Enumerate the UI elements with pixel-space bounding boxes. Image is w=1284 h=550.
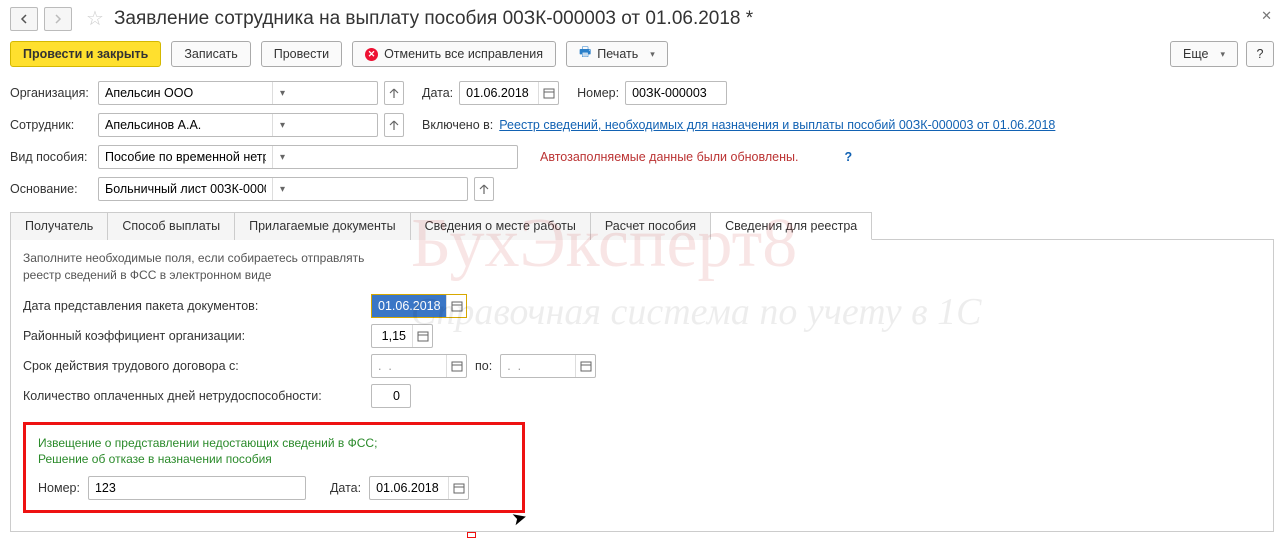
emp-label: Сотрудник: xyxy=(10,118,92,132)
included-label: Включено в: xyxy=(422,118,493,132)
printer-icon: 🖶 xyxy=(579,43,591,65)
basis-label: Основание: xyxy=(10,182,92,196)
print-label: Печать xyxy=(597,47,638,61)
included-link[interactable]: Реестр сведений, необходимых для назначе… xyxy=(499,118,1055,132)
contract-from-input[interactable] xyxy=(372,355,446,377)
contract-from-label: Срок действия трудового договора с: xyxy=(23,359,363,373)
org-input[interactable] xyxy=(99,82,272,104)
help-question-icon[interactable]: ? xyxy=(844,150,852,164)
notice-num-input[interactable] xyxy=(89,477,262,499)
contract-to-input[interactable] xyxy=(501,355,575,377)
more-button[interactable]: Еще xyxy=(1170,41,1238,67)
close-icon[interactable]: ✕ xyxy=(1261,8,1272,24)
autofill-warning: Автозаполняемые данные были обновлены. xyxy=(540,150,798,164)
org-open-button[interactable] xyxy=(384,81,404,105)
save-label: Записать xyxy=(184,47,237,61)
post-and-close-label: Провести и закрыть xyxy=(23,47,148,61)
post-and-close-button[interactable]: Провести и закрыть xyxy=(10,41,161,67)
calendar-icon[interactable] xyxy=(446,355,466,377)
num-label: Номер: xyxy=(577,86,619,100)
coeff-input[interactable] xyxy=(372,325,412,347)
date-label: Дата: xyxy=(422,86,453,100)
date-input[interactable] xyxy=(460,82,538,104)
page-title: Заявление сотрудника на выплату пособия … xyxy=(114,8,753,30)
post-button[interactable]: Провести xyxy=(261,41,342,67)
post-label: Провести xyxy=(274,47,329,61)
favorite-star-icon[interactable]: ☆ xyxy=(86,6,104,31)
kind-input[interactable] xyxy=(99,146,272,168)
cancel-corrections-button[interactable]: ✕ Отменить все исправления xyxy=(352,41,556,67)
kind-label: Вид пособия: xyxy=(10,150,92,164)
emp-dropdown-icon[interactable]: ▾ xyxy=(272,114,292,136)
help-label: ? xyxy=(1257,47,1264,61)
days-input[interactable] xyxy=(372,385,406,407)
days-label: Количество оплаченных дней нетрудоспособ… xyxy=(23,389,363,403)
calendar-icon[interactable] xyxy=(448,477,468,499)
annotation-marker xyxy=(467,532,476,538)
emp-input[interactable] xyxy=(99,114,272,136)
coeff-label: Районный коэффициент организации: xyxy=(23,329,363,343)
kind-dropdown-icon[interactable]: ▾ xyxy=(272,146,292,168)
more-label: Еще xyxy=(1183,47,1208,61)
doc-date-label: Дата представления пакета документов: xyxy=(23,299,363,313)
cancel-corrections-label: Отменить все исправления xyxy=(384,47,543,61)
tab-workplace-info[interactable]: Сведения о месте работы xyxy=(410,212,591,240)
notice-num-label: Номер: xyxy=(38,481,80,495)
tabs: Получатель Способ выплаты Прилагаемые до… xyxy=(10,211,1274,240)
tab-recipient[interactable]: Получатель xyxy=(10,212,108,240)
org-label: Организация: xyxy=(10,86,92,100)
panel-hint: Заполните необходимые поля, если собирае… xyxy=(23,250,1261,284)
tab-registry-info[interactable]: Сведения для реестра xyxy=(710,212,872,240)
notice-title: Извещение о представлении недостающих св… xyxy=(38,435,510,469)
notice-date-label: Дата: xyxy=(330,481,361,495)
tab-calc[interactable]: Расчет пособия xyxy=(590,212,711,240)
calendar-icon[interactable] xyxy=(446,295,466,317)
help-button[interactable]: ? xyxy=(1246,41,1274,67)
tab-attached-docs[interactable]: Прилагаемые документы xyxy=(234,212,410,240)
calendar-icon[interactable] xyxy=(538,82,558,104)
calendar-icon[interactable] xyxy=(575,355,595,377)
print-button[interactable]: 🖶 Печать xyxy=(566,41,668,67)
emp-open-button[interactable] xyxy=(384,113,404,137)
num-input[interactable] xyxy=(626,82,726,104)
notice-frame: Извещение о представлении недостающих св… xyxy=(23,422,525,514)
basis-dropdown-icon[interactable]: ▾ xyxy=(272,178,292,200)
calendar-icon[interactable] xyxy=(412,325,432,347)
save-button[interactable]: Записать xyxy=(171,41,250,67)
notice-date-input[interactable] xyxy=(370,477,448,499)
nav-back-button[interactable] xyxy=(10,7,38,31)
cancel-icon: ✕ xyxy=(365,48,378,61)
contract-to-label: по: xyxy=(475,359,492,373)
basis-open-button[interactable] xyxy=(474,177,494,201)
basis-input[interactable] xyxy=(99,178,272,200)
tab-payment-method[interactable]: Способ выплаты xyxy=(107,212,235,240)
nav-forward-button[interactable] xyxy=(44,7,72,31)
org-dropdown-icon[interactable]: ▾ xyxy=(272,82,292,104)
doc-date-input[interactable] xyxy=(372,295,446,317)
